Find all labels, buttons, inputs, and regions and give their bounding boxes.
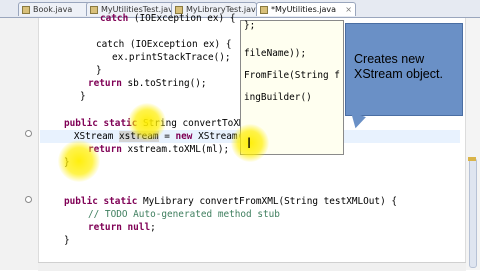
code-line: return sb.toString(); bbox=[88, 78, 207, 89]
callout-text: Creates new XStream object. bbox=[354, 52, 443, 81]
vertical-scrollbar-thumb[interactable] bbox=[469, 158, 477, 268]
fold-collapse-icon[interactable] bbox=[25, 130, 32, 137]
close-icon[interactable]: × bbox=[345, 3, 352, 16]
tab-label: Book.java bbox=[33, 5, 73, 14]
code-line: } bbox=[64, 235, 70, 246]
code-token: return bbox=[88, 78, 122, 89]
code-token: return null bbox=[88, 222, 151, 233]
tutorial-callout: Creates new XStream object. bbox=[345, 23, 463, 116]
java-file-icon bbox=[22, 6, 30, 14]
popup-line: ingBuilder() bbox=[244, 92, 312, 103]
code-line: return null; bbox=[88, 222, 156, 233]
code-token: public static bbox=[64, 118, 138, 129]
code-line: } bbox=[80, 91, 86, 102]
popup-line: FromFile(String f bbox=[244, 70, 340, 81]
code-line: ex.printStackTrace(); bbox=[112, 52, 231, 63]
code-line: catch (IOException ex) { bbox=[96, 39, 232, 50]
popup-line: }; bbox=[244, 20, 256, 31]
fold-collapse-icon[interactable] bbox=[25, 196, 32, 203]
spotlight-highlight bbox=[128, 103, 166, 141]
code-line: return xstream.toXML(ml); bbox=[88, 144, 230, 155]
editor-left-gutter bbox=[0, 18, 39, 270]
spotlight-highlight bbox=[58, 140, 100, 182]
code-token: new bbox=[175, 131, 193, 142]
code-line: } bbox=[96, 65, 102, 76]
java-file-icon bbox=[260, 6, 268, 14]
editor-tab-bar: Book.java MyUtilitiesTest.java MyLibrary… bbox=[0, 0, 480, 18]
java-file-icon bbox=[90, 6, 98, 14]
code-line: public static MyLibrary convertFromXML(S… bbox=[64, 196, 398, 207]
overview-ruler bbox=[465, 18, 480, 270]
tab-myutilities-java[interactable]: *MyUtilities.java × bbox=[256, 2, 356, 16]
code-token: public static bbox=[64, 196, 138, 207]
popup-line: fileName)); bbox=[244, 48, 307, 59]
tab-book-java[interactable]: Book.java bbox=[18, 2, 90, 16]
code-line: catch (IOException ex) { bbox=[100, 13, 236, 24]
tab-label: *MyUtilities.java bbox=[271, 5, 337, 14]
code-comment: // TODO Auto-generated method stub bbox=[88, 209, 280, 220]
code-token: catch bbox=[100, 13, 129, 24]
warning-marker-icon[interactable] bbox=[468, 157, 476, 161]
text-cursor-icon: I bbox=[247, 136, 252, 152]
